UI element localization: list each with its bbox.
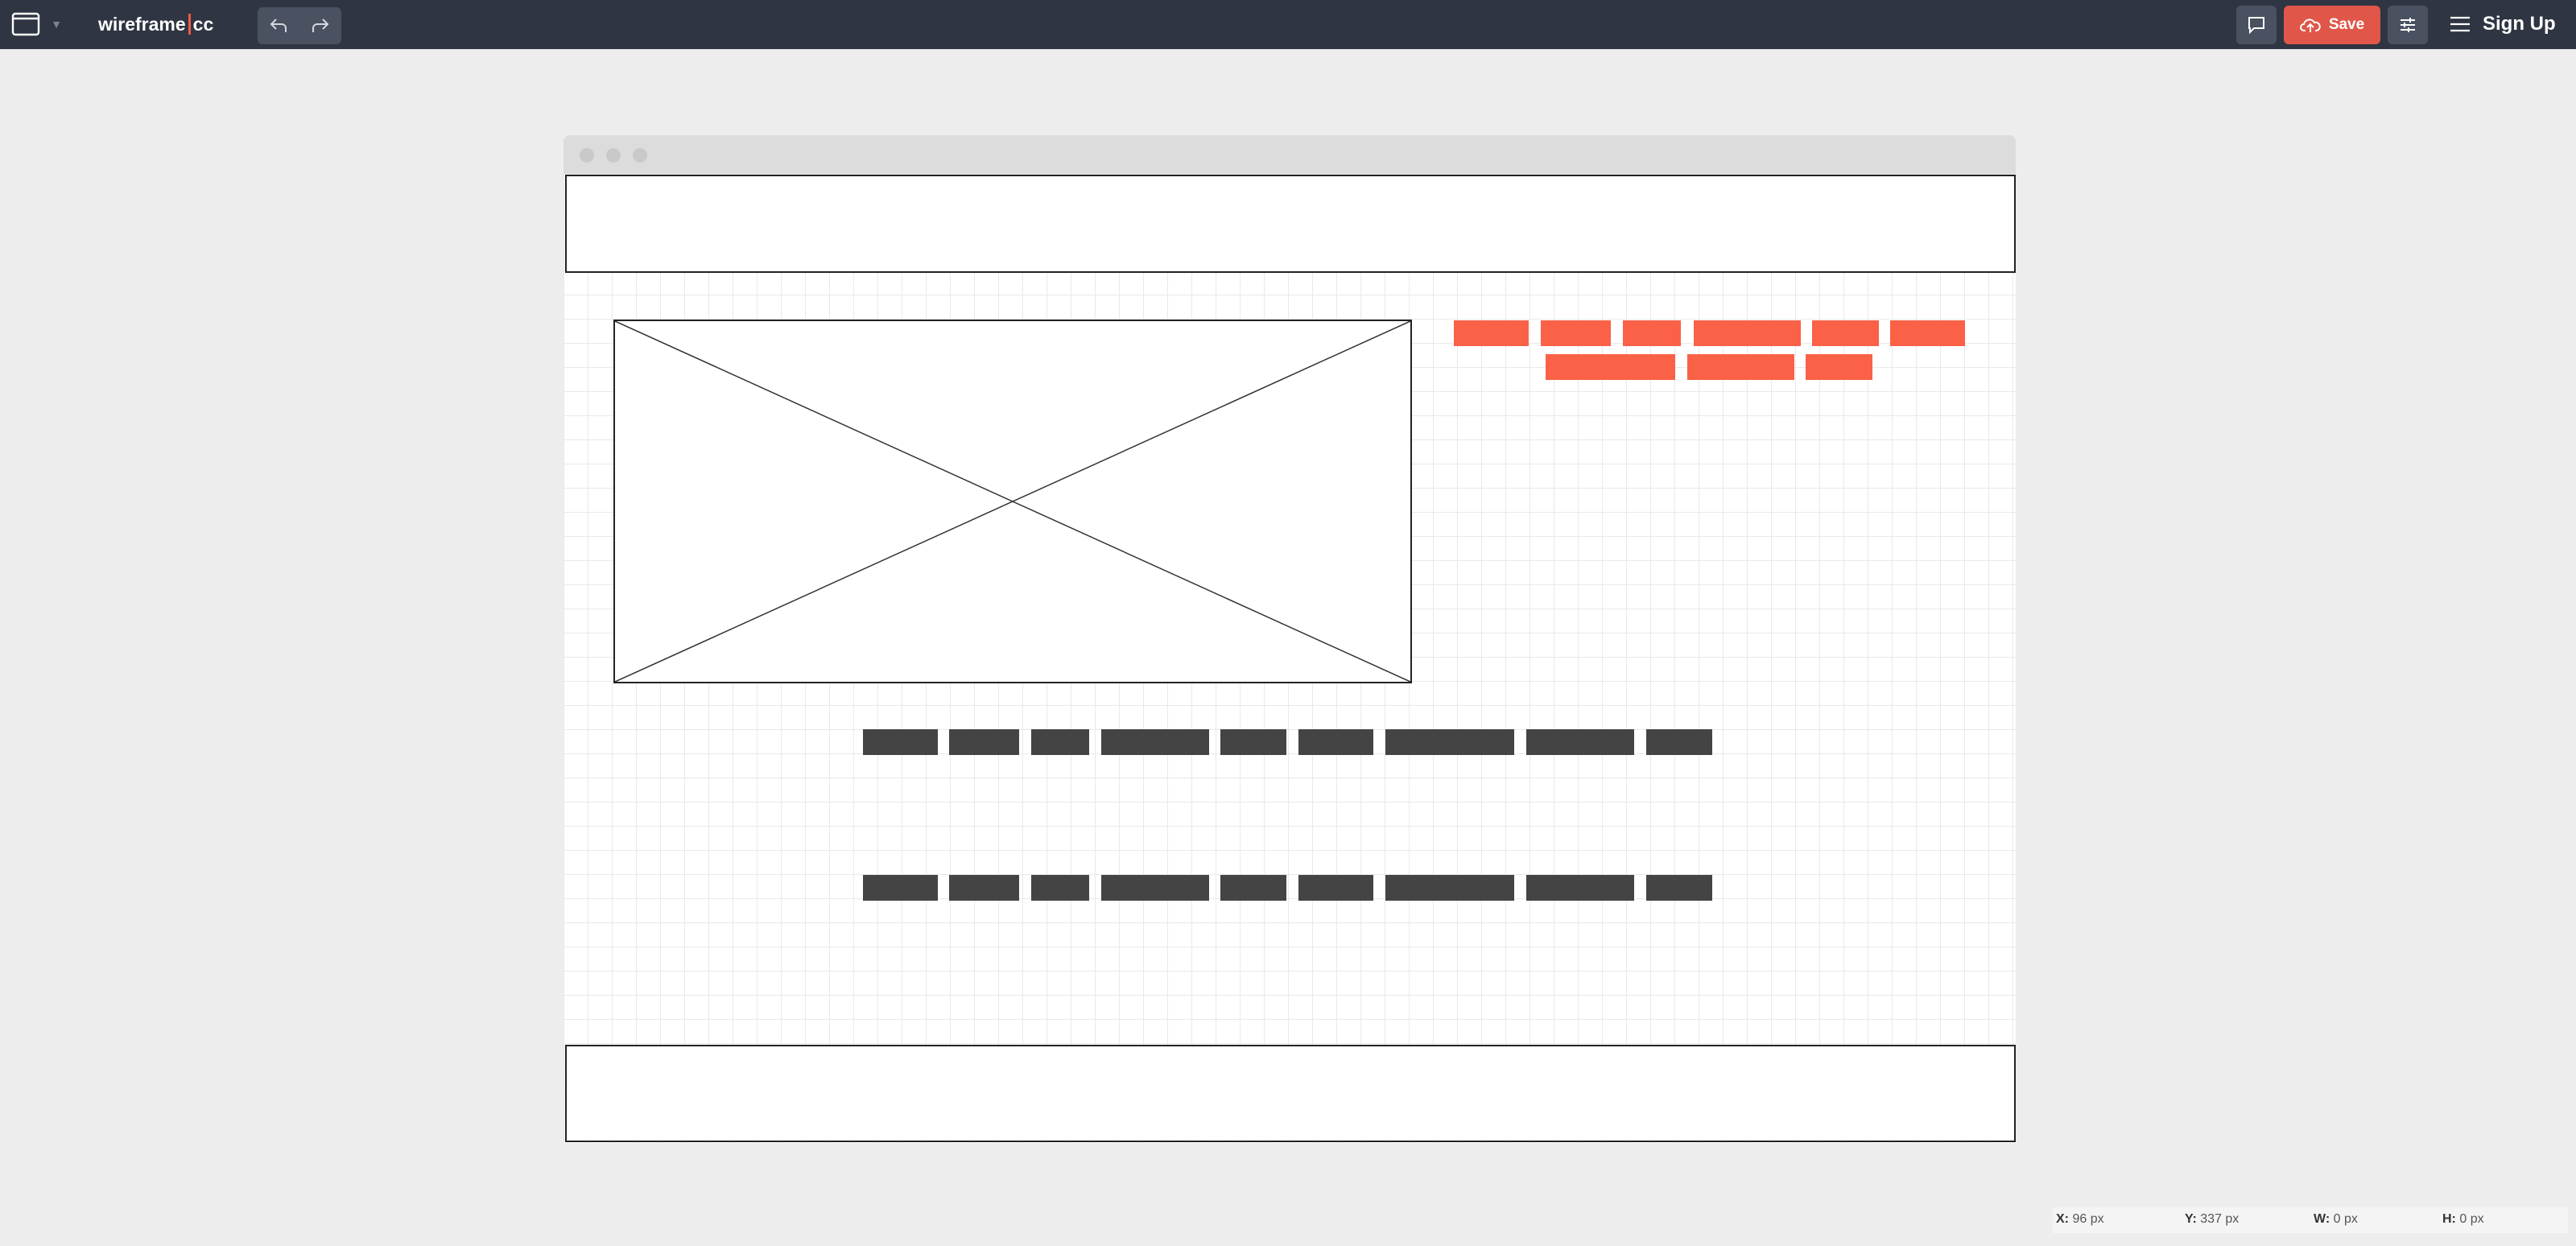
w-label: W: bbox=[2314, 1212, 2330, 1226]
text-line-block[interactable] bbox=[1101, 875, 1209, 901]
text-line-block[interactable] bbox=[1646, 875, 1712, 901]
text-line-block[interactable] bbox=[1031, 875, 1089, 901]
app-logo: wireframe cc bbox=[98, 10, 213, 39]
h-readout: H: 0 px bbox=[2442, 1212, 2484, 1227]
text-line-block[interactable] bbox=[1220, 729, 1286, 755]
browser-frame-titlebar bbox=[564, 135, 2016, 174]
y-label: Y: bbox=[2185, 1212, 2197, 1226]
main-menu-button[interactable] bbox=[2446, 10, 2475, 39]
window-dot-close bbox=[580, 148, 594, 163]
x-value: 96 px bbox=[2072, 1212, 2104, 1226]
text-line-block[interactable] bbox=[863, 875, 938, 901]
w-value: 0 px bbox=[2333, 1212, 2358, 1226]
text-line-block[interactable] bbox=[1220, 875, 1286, 901]
text-line-block[interactable] bbox=[1646, 729, 1712, 755]
logo-text-left: wireframe bbox=[98, 13, 186, 35]
nav-text-block[interactable] bbox=[1454, 320, 1529, 346]
logo-text-right: cc bbox=[192, 13, 214, 35]
text-line-block[interactable] bbox=[863, 729, 938, 755]
redo-button[interactable] bbox=[299, 7, 341, 44]
hamburger-menu-icon bbox=[2450, 16, 2470, 32]
nav-text-block[interactable] bbox=[1890, 320, 1965, 346]
top-toolbar: ▼ wireframe cc Save Sign Up bbox=[0, 0, 2576, 49]
header-placeholder[interactable] bbox=[565, 175, 2016, 273]
nav-text-block[interactable] bbox=[1623, 320, 1681, 346]
sign-up-link[interactable]: Sign Up bbox=[2483, 10, 2556, 39]
browser-window-icon bbox=[11, 12, 40, 36]
image-placeholder[interactable] bbox=[613, 320, 1412, 683]
sliders-icon bbox=[2401, 18, 2415, 32]
redo-icon bbox=[312, 19, 329, 32]
window-dot-minimize bbox=[606, 148, 621, 163]
nav-text-block[interactable] bbox=[1806, 354, 1872, 380]
comments-button[interactable] bbox=[2236, 6, 2277, 44]
comment-icon bbox=[2248, 17, 2264, 35]
text-line-block[interactable] bbox=[1526, 729, 1634, 755]
y-value: 337 px bbox=[2200, 1212, 2240, 1226]
x-readout: X: 96 px bbox=[2056, 1212, 2104, 1227]
settings-button[interactable] bbox=[2388, 6, 2428, 44]
y-readout: Y: 337 px bbox=[2185, 1212, 2239, 1227]
text-line-block[interactable] bbox=[1385, 875, 1514, 901]
device-dropdown-caret[interactable]: ▼ bbox=[48, 11, 64, 37]
h-value: 0 px bbox=[2459, 1212, 2484, 1226]
text-line-block[interactable] bbox=[949, 729, 1019, 755]
nav-text-block[interactable] bbox=[1546, 354, 1675, 380]
text-line-block[interactable] bbox=[949, 875, 1019, 901]
text-line-block[interactable] bbox=[1031, 729, 1089, 755]
cloud-upload-icon bbox=[2299, 19, 2321, 32]
w-readout: W: 0 px bbox=[2314, 1212, 2358, 1227]
image-placeholder-cross bbox=[615, 321, 1410, 682]
nav-text-block[interactable] bbox=[1694, 320, 1801, 346]
text-line-block[interactable] bbox=[1298, 875, 1373, 901]
coordinates-status-bar: X: 96 px Y: 337 px W: 0 px H: 0 px bbox=[2053, 1207, 2568, 1233]
save-label: Save bbox=[2328, 16, 2365, 33]
h-label: H: bbox=[2442, 1212, 2456, 1226]
nav-text-block[interactable] bbox=[1812, 320, 1879, 346]
text-line-block[interactable] bbox=[1385, 729, 1514, 755]
device-selector-button[interactable] bbox=[10, 10, 42, 39]
logo-divider bbox=[188, 14, 191, 35]
window-dot-maximize bbox=[633, 148, 647, 163]
text-line-block[interactable] bbox=[1101, 729, 1209, 755]
nav-text-block[interactable] bbox=[1687, 354, 1794, 380]
text-line-block[interactable] bbox=[1298, 729, 1373, 755]
x-label: X: bbox=[2056, 1212, 2069, 1226]
undo-icon bbox=[270, 19, 287, 32]
save-button[interactable]: Save bbox=[2284, 6, 2380, 44]
undo-redo-group bbox=[258, 7, 341, 44]
nav-text-block[interactable] bbox=[1541, 320, 1611, 346]
footer-placeholder[interactable] bbox=[565, 1045, 2016, 1142]
undo-button[interactable] bbox=[258, 7, 299, 44]
text-line-block[interactable] bbox=[1526, 875, 1634, 901]
